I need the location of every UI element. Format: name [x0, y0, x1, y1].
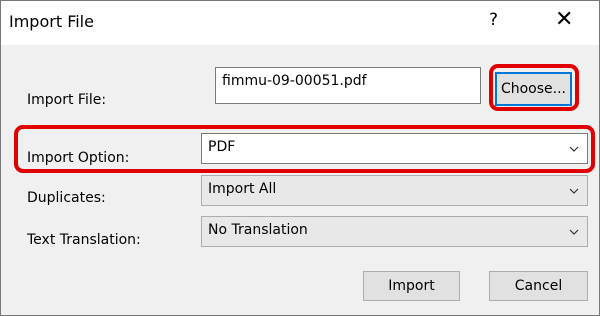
chevron-down-icon [569, 146, 579, 152]
cancel-button[interactable]: Cancel [489, 271, 588, 301]
import-option-label: Import Option: [27, 150, 130, 166]
import-file-field[interactable]: fimmu-09-00051.pdf [215, 67, 481, 104]
import-file-dialog: Import File ? ✕ Import File: fimmu-09-00… [0, 0, 600, 316]
import-file-label: Import File: [27, 92, 107, 108]
help-icon[interactable]: ? [489, 10, 498, 30]
import-button[interactable]: Import [363, 271, 460, 301]
dialog-title: Import File [9, 12, 94, 31]
duplicates-select[interactable]: Import All [201, 175, 588, 206]
chevron-down-icon [569, 229, 579, 235]
import-option-select[interactable]: PDF [201, 133, 588, 164]
text-translation-select[interactable]: No Translation [201, 216, 588, 247]
text-translation-label: Text Translation: [27, 232, 141, 248]
duplicates-value: Import All [208, 181, 277, 197]
title-bar: Import File ? ✕ [1, 1, 599, 45]
chevron-down-icon [569, 188, 579, 194]
choose-button[interactable]: Choose... [495, 72, 572, 106]
import-option-value: PDF [208, 139, 236, 155]
text-translation-value: No Translation [208, 222, 308, 238]
duplicates-label: Duplicates: [27, 190, 106, 206]
close-icon[interactable]: ✕ [555, 7, 573, 33]
